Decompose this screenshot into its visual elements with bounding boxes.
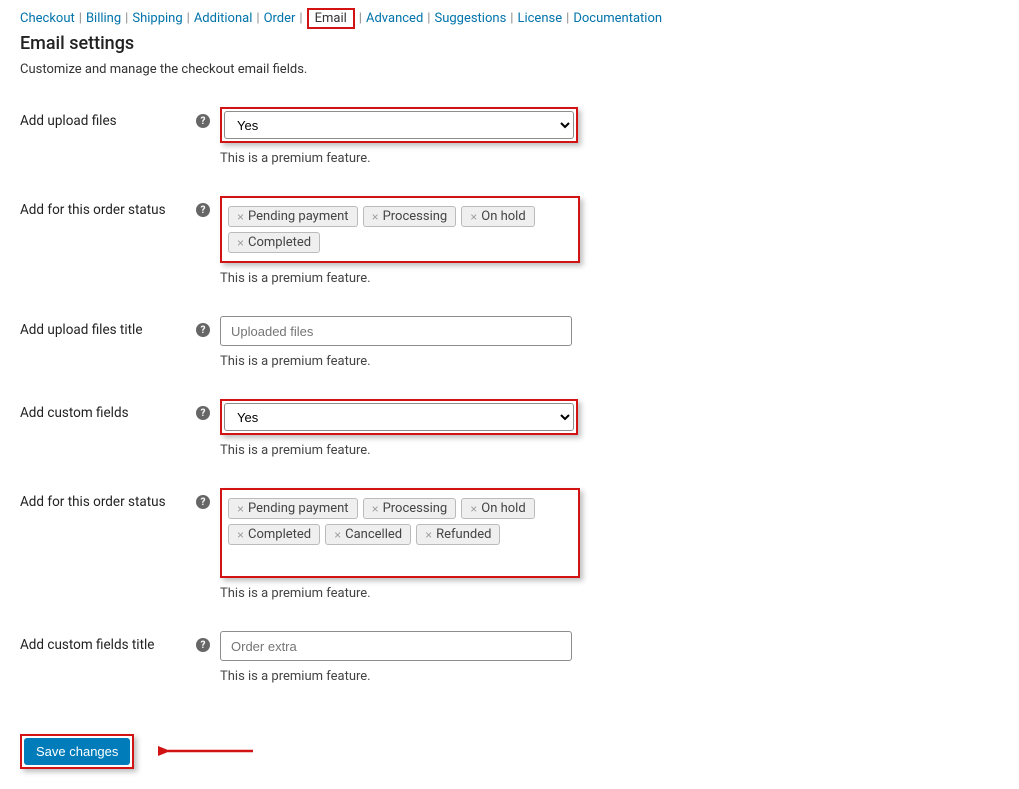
tag-remove-icon[interactable]: × (237, 236, 244, 250)
row-add-custom-fields: Add custom fields ? Yes This is a premiu… (20, 399, 999, 458)
tag-item[interactable]: × Pending payment (228, 498, 358, 519)
tab-documentation[interactable]: Documentation (573, 11, 662, 26)
tab-shipping[interactable]: Shipping (132, 11, 182, 26)
tab-separator: | (187, 11, 190, 26)
premium-note: This is a premium feature. (220, 586, 580, 601)
input-upload-files-title[interactable] (220, 316, 572, 346)
tag-remove-icon[interactable]: × (372, 210, 379, 224)
tab-order[interactable]: Order (264, 11, 296, 26)
tag-item[interactable]: × Cancelled (325, 524, 411, 545)
tag-item[interactable]: × On hold (461, 498, 534, 519)
label-custom-order-status: Add for this order status (20, 494, 166, 510)
tab-separator: | (79, 11, 82, 26)
label-custom-fields-title: Add custom fields title (20, 637, 154, 653)
select-add-upload-files[interactable]: Yes (224, 111, 574, 139)
tab-license[interactable]: License (517, 11, 562, 26)
tag-remove-icon[interactable]: × (425, 528, 432, 542)
tag-remove-icon[interactable]: × (237, 528, 244, 542)
tag-item[interactable]: × Completed (228, 232, 320, 253)
tag-label: On hold (481, 209, 525, 224)
premium-note: This is a premium feature. (220, 151, 578, 166)
label-upload-order-status: Add for this order status (20, 202, 166, 218)
tag-label: Completed (248, 235, 311, 250)
settings-tabs: Checkout|Billing|Shipping|Additional|Ord… (20, 8, 999, 29)
row-upload-order-status: Add for this order status ? × Pending pay… (20, 196, 999, 286)
tab-checkout[interactable]: Checkout (20, 11, 75, 26)
tag-item[interactable]: × Refunded (416, 524, 500, 545)
tag-remove-icon[interactable]: × (470, 502, 477, 516)
tag-remove-icon[interactable]: × (334, 528, 341, 542)
tag-item[interactable]: × Pending payment (228, 206, 358, 227)
help-icon[interactable]: ? (196, 495, 210, 509)
tab-additional[interactable]: Additional (194, 11, 253, 26)
tag-item[interactable]: × Processing (363, 206, 457, 227)
tag-item[interactable]: × Completed (228, 524, 320, 545)
label-upload-files-title: Add upload files title (20, 322, 143, 338)
tag-label: Completed (248, 527, 311, 542)
tags-custom-status[interactable]: × Pending payment × Processing × On hold × Comp… (224, 492, 576, 574)
page-title: Email settings (20, 33, 999, 54)
tab-email-active[interactable]: Email (307, 8, 355, 29)
input-custom-fields-title[interactable] (220, 631, 572, 661)
tag-remove-icon[interactable]: × (470, 210, 477, 224)
row-upload-files-title: Add upload files title ? This is a premi… (20, 316, 999, 369)
help-icon[interactable]: ? (196, 114, 210, 128)
tag-remove-icon[interactable]: × (237, 210, 244, 224)
tags-upload-status[interactable]: × Pending payment × Processing × On hold × Comp… (224, 200, 576, 259)
arrow-annotation-icon (158, 741, 258, 765)
help-icon[interactable]: ? (196, 638, 210, 652)
help-icon[interactable]: ? (196, 323, 210, 337)
tab-separator: | (427, 11, 430, 26)
help-icon[interactable]: ? (196, 406, 210, 420)
tab-advanced[interactable]: Advanced (366, 11, 423, 26)
tab-separator: | (125, 11, 128, 26)
tag-remove-icon[interactable]: × (237, 502, 244, 516)
row-add-upload-files: Add upload files ? Yes This is a premium… (20, 107, 999, 166)
row-custom-order-status: Add for this order status ? × Pending pay… (20, 488, 999, 601)
save-button[interactable]: Save changes (24, 738, 130, 765)
tag-item[interactable]: × Processing (363, 498, 457, 519)
tag-item[interactable]: × On hold (461, 206, 534, 227)
label-add-upload-files: Add upload files (20, 113, 117, 129)
tab-billing[interactable]: Billing (86, 11, 121, 26)
premium-note: This is a premium feature. (220, 669, 572, 684)
premium-note: This is a premium feature. (220, 271, 580, 286)
tag-remove-icon[interactable]: × (372, 502, 379, 516)
tag-label: Refunded (436, 527, 491, 542)
label-add-custom-fields: Add custom fields (20, 405, 129, 421)
tag-label: Pending payment (248, 501, 349, 516)
page-subtitle: Customize and manage the checkout email … (20, 62, 999, 77)
row-custom-fields-title: Add custom fields title ? This is a prem… (20, 631, 999, 684)
tab-separator: | (359, 11, 362, 26)
tag-label: Processing (383, 209, 448, 224)
tab-separator: | (510, 11, 513, 26)
tag-label: On hold (481, 501, 525, 516)
tag-label: Cancelled (345, 527, 402, 542)
premium-note: This is a premium feature. (220, 354, 572, 369)
premium-note: This is a premium feature. (220, 443, 578, 458)
help-icon[interactable]: ? (196, 203, 210, 217)
tab-separator: | (256, 11, 259, 26)
tab-suggestions[interactable]: Suggestions (434, 11, 506, 26)
tag-label: Pending payment (248, 209, 349, 224)
tag-label: Processing (383, 501, 448, 516)
tab-separator: | (566, 11, 569, 26)
tab-separator: | (299, 11, 302, 26)
select-add-custom-fields[interactable]: Yes (224, 403, 574, 431)
